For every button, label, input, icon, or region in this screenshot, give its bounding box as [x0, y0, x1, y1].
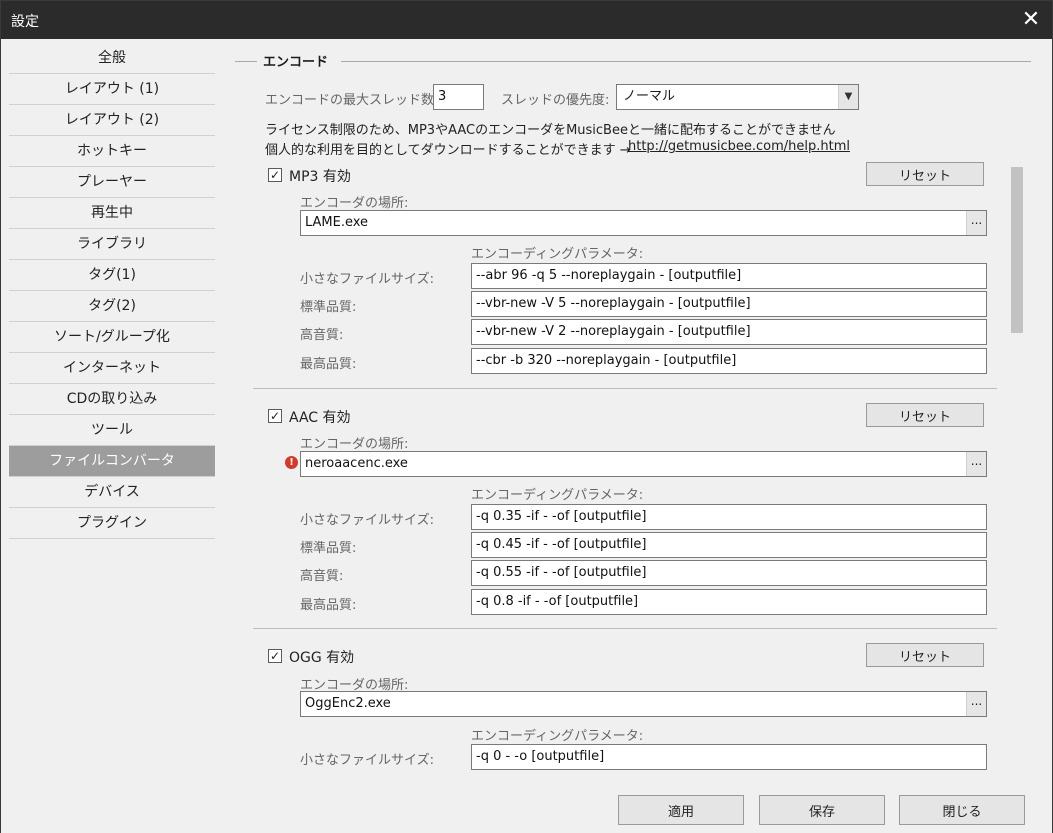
- aac-best-quality-label: 最高品質:: [300, 598, 357, 613]
- ogg-encoder-path-value: OggEnc2.exe: [305, 696, 391, 711]
- encode-section-title: エンコード: [263, 55, 329, 70]
- mp3-encoder-path-input[interactable]: LAME.exe ...: [300, 210, 987, 236]
- mp3-small-size-params-input[interactable]: --abr 96 -q 5 --noreplaygain - [outputfi…: [471, 263, 987, 289]
- sidebar-item-tags-1[interactable]: タグ(1): [9, 260, 215, 291]
- help-link[interactable]: http://getmusicbee.com/help.html: [628, 139, 850, 154]
- sidebar-item-internet[interactable]: インターネット: [9, 353, 215, 384]
- ogg-enabled-checkbox[interactable]: ✓: [268, 649, 282, 663]
- sidebar-item-cd-ripping[interactable]: CDの取り込み: [9, 384, 215, 415]
- mp3-browse-button[interactable]: ...: [966, 211, 986, 235]
- error-icon: !: [285, 456, 298, 469]
- aac-browse-button[interactable]: ...: [966, 452, 986, 476]
- sidebar-item-general[interactable]: 全般: [9, 43, 215, 74]
- save-button[interactable]: 保存: [759, 795, 885, 825]
- settings-window: 設定 ✕ 全般 レイアウト (1) レイアウト (2) ホットキー プレーヤー …: [0, 0, 1053, 833]
- mp3-reset-button[interactable]: リセット: [866, 162, 984, 186]
- sidebar-item-plugins[interactable]: プラグイン: [9, 508, 215, 539]
- aac-encoder-path-input[interactable]: neroaacenc.exe ...: [300, 451, 987, 477]
- mp3-encoder-path-value: LAME.exe: [305, 215, 369, 230]
- aac-standard-quality-label: 標準品質:: [300, 541, 357, 556]
- sidebar-nav: 全般 レイアウト (1) レイアウト (2) ホットキー プレーヤー 再生中 ラ…: [9, 43, 215, 539]
- ogg-small-size-params-input[interactable]: -q 0 - -o [outputfile]: [471, 744, 987, 770]
- aac-high-quality-label: 高音質:: [300, 569, 344, 584]
- ogg-enabled-label: OGG 有効: [289, 650, 355, 666]
- sidebar-item-devices[interactable]: デバイス: [9, 477, 215, 508]
- section-divider: [253, 628, 997, 629]
- max-threads-label: エンコードの最大スレッド数:: [265, 93, 439, 108]
- sidebar-item-library[interactable]: ライブラリ: [9, 229, 215, 260]
- sidebar-item-tools[interactable]: ツール: [9, 415, 215, 446]
- aac-small-size-label: 小さなファイルサイズ:: [300, 513, 434, 528]
- aac-best-params-input[interactable]: -q 0.8 -if - -of [outputfile]: [471, 589, 987, 615]
- encode-section-header: エンコード: [235, 51, 1031, 71]
- aac-encoder-location-label: エンコーダの場所:: [300, 437, 409, 452]
- mp3-encoder-location-label: エンコーダの場所:: [300, 196, 409, 211]
- license-notice-line2: 個人的な利用を目的としてダウンロードすることができます →: [265, 143, 631, 158]
- mp3-small-size-label: 小さなファイルサイズ:: [300, 272, 434, 287]
- aac-small-size-params-input[interactable]: -q 0.35 -if - -of [outputfile]: [471, 504, 987, 530]
- header-divider-left: [235, 61, 257, 62]
- sidebar-item-sort-group[interactable]: ソート/グループ化: [9, 322, 215, 353]
- thread-priority-label: スレッドの優先度:: [501, 93, 610, 108]
- chevron-down-icon[interactable]: ▼: [838, 85, 858, 109]
- sidebar-item-hotkeys[interactable]: ホットキー: [9, 136, 215, 167]
- apply-button[interactable]: 適用: [618, 795, 744, 825]
- mp3-encoding-params-label: エンコーディングパラメータ:: [471, 247, 644, 262]
- mp3-high-params-input[interactable]: --vbr-new -V 2 --noreplaygain - [outputf…: [471, 319, 987, 345]
- section-divider: [253, 388, 997, 389]
- title-bar: 設定 ✕: [1, 1, 1052, 39]
- license-notice-line1: ライセンス制限のため、MP3やAACのエンコーダをMusicBeeと一緒に配布す…: [265, 123, 836, 138]
- window-title: 設定: [11, 14, 39, 30]
- header-divider-right: [341, 61, 1031, 62]
- aac-encoding-params-label: エンコーディングパラメータ:: [471, 488, 644, 503]
- file-converter-panel: エンコード エンコードの最大スレッド数: 3 スレッドの優先度: ノーマル ▼ …: [215, 43, 1045, 779]
- aac-encoder-path-value: neroaacenc.exe: [305, 456, 408, 471]
- client-area: 全般 レイアウト (1) レイアウト (2) ホットキー プレーヤー 再生中 ラ…: [1, 39, 1052, 833]
- ogg-browse-button[interactable]: ...: [966, 692, 986, 716]
- sidebar-item-file-converter[interactable]: ファイルコンバータ: [9, 446, 215, 477]
- close-button[interactable]: 閉じる: [899, 795, 1025, 825]
- ogg-encoding-params-label: エンコーディングパラメータ:: [471, 729, 644, 744]
- sidebar-item-layout-2[interactable]: レイアウト (2): [9, 105, 215, 136]
- aac-enabled-checkbox[interactable]: ✓: [268, 409, 282, 423]
- thread-priority-select[interactable]: ノーマル ▼: [616, 84, 859, 110]
- ogg-small-size-label: 小さなファイルサイズ:: [300, 753, 434, 768]
- sidebar-item-player[interactable]: プレーヤー: [9, 167, 215, 198]
- aac-enabled-label: AAC 有効: [289, 410, 351, 426]
- aac-standard-params-input[interactable]: -q 0.45 -if - -of [outputfile]: [471, 532, 987, 558]
- aac-reset-button[interactable]: リセット: [866, 403, 984, 427]
- aac-high-params-input[interactable]: -q 0.55 -if - -of [outputfile]: [471, 560, 987, 586]
- sidebar-item-tags-2[interactable]: タグ(2): [9, 291, 215, 322]
- mp3-standard-params-input[interactable]: --vbr-new -V 5 --noreplaygain - [outputf…: [471, 291, 987, 317]
- thread-priority-value: ノーマル: [623, 89, 676, 104]
- mp3-best-quality-label: 最高品質:: [300, 357, 357, 372]
- mp3-high-quality-label: 高音質:: [300, 328, 344, 343]
- mp3-enabled-checkbox[interactable]: ✓: [268, 168, 282, 182]
- ogg-encoder-path-input[interactable]: OggEnc2.exe ...: [300, 691, 987, 717]
- mp3-enabled-label: MP3 有効: [289, 169, 351, 185]
- sidebar-item-layout-1[interactable]: レイアウト (1): [9, 74, 215, 105]
- mp3-best-params-input[interactable]: --cbr -b 320 --noreplaygain - [outputfil…: [471, 348, 987, 374]
- sidebar-item-now-playing[interactable]: 再生中: [9, 198, 215, 229]
- scrollbar-thumb[interactable]: [1011, 167, 1023, 333]
- ogg-reset-button[interactable]: リセット: [866, 643, 984, 667]
- max-threads-input[interactable]: 3: [433, 84, 484, 110]
- panel-scrollbar[interactable]: [1011, 167, 1023, 771]
- close-icon[interactable]: ✕: [1018, 7, 1044, 33]
- mp3-standard-quality-label: 標準品質:: [300, 300, 357, 315]
